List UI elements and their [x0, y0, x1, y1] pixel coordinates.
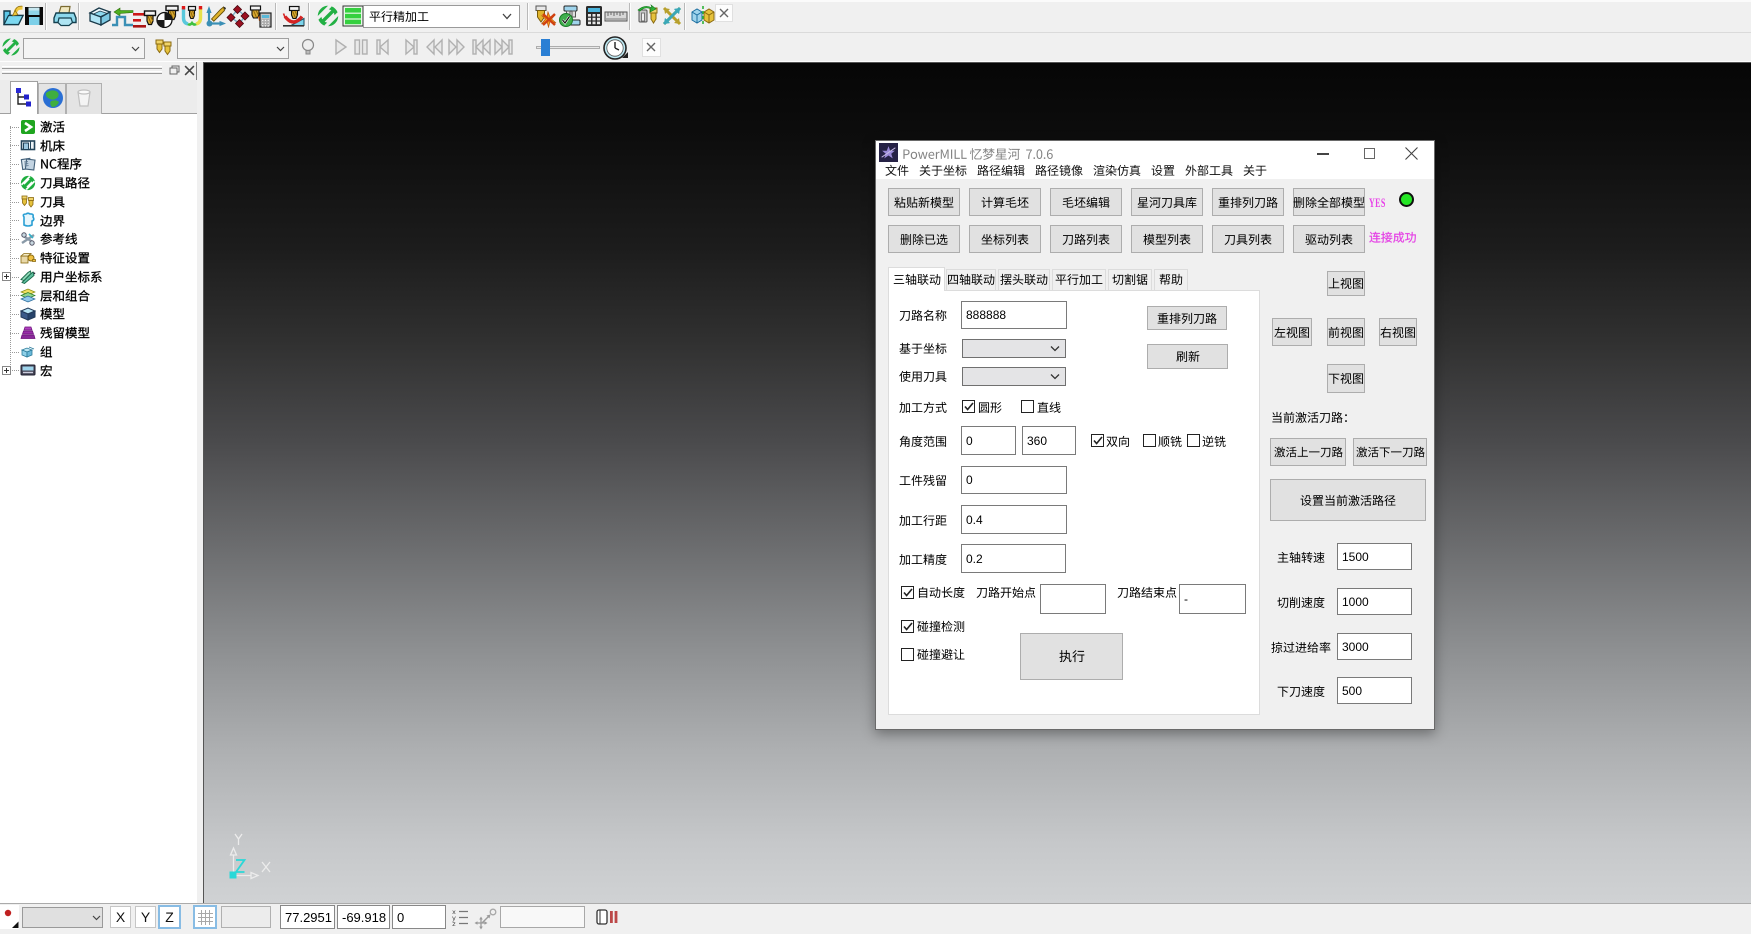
svg-text:z: z: [452, 921, 456, 926]
